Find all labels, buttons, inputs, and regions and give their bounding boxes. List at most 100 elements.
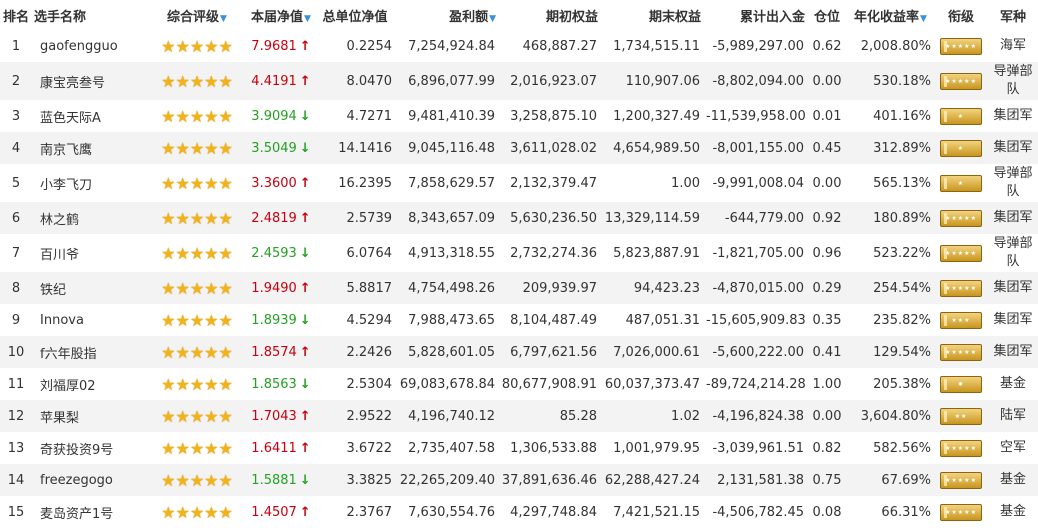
player-name-link[interactable]: 刘福厚02: [32, 368, 147, 400]
final-equity-cell: 62,288,427.24: [600, 464, 703, 496]
rating-cell: ★★★★★: [147, 30, 247, 62]
final-equity-cell: 7,026,000.61: [600, 336, 703, 368]
branch-cell: 集团军: [988, 100, 1038, 132]
player-name-link[interactable]: 铁纪: [32, 272, 147, 304]
header-annual-return[interactable]: 年化收益率▼: [847, 0, 934, 30]
arrow-up-icon: ↑: [299, 440, 311, 456]
rank-title-cell: ★★★★★: [934, 272, 988, 304]
table-row[interactable]: 12 苹果梨 ★★★★★ 1.7043 ↑ 2.9522 4,196,740.12 85.28…: [0, 400, 1038, 432]
position-cell: 0.08: [807, 496, 847, 528]
table-row[interactable]: 8 铁纪 ★★★★★ 1.9490 ↑ 5.8817 4,754,498.26 209,939…: [0, 272, 1038, 304]
star-rating-icon: ★★★★★: [161, 243, 233, 263]
player-name-link[interactable]: 麦岛资产1号: [32, 496, 147, 528]
table-row[interactable]: 14 freezegogo ★★★★★ 1.5881 ↓ 3.3825 22,265,209…: [0, 464, 1038, 496]
rank-cell: 14: [0, 464, 32, 496]
net-flow-cell: -8,802,094.00: [703, 62, 807, 100]
weekly-nav-cell: 3.9094 ↓: [247, 100, 315, 132]
player-name-link[interactable]: gaofengguo: [32, 30, 147, 62]
annual-return-cell: 582.56%: [847, 432, 934, 464]
rank-title-cell: ★★★★★: [934, 432, 988, 464]
position-cell: 1.00: [807, 368, 847, 400]
player-name-link[interactable]: 南京飞鹰: [32, 132, 147, 164]
rating-cell: ★★★★★: [147, 304, 247, 336]
sort-caret-icon: ▼: [489, 13, 496, 24]
position-cell: 0.75: [807, 464, 847, 496]
total-nav-cell: 0.2254: [315, 30, 395, 62]
table-row[interactable]: 15 麦岛资产1号 ★★★★★ 1.4507 ↑ 2.3767 7,630,554.76 4,…: [0, 496, 1038, 528]
rank-title-cell: ✸: [934, 368, 988, 400]
branch-cell: 空军: [988, 432, 1038, 464]
player-name-link[interactable]: 奇获投资9号: [32, 432, 147, 464]
player-name-link[interactable]: 蓝色天际A: [32, 100, 147, 132]
total-nav-cell: 3.6722: [315, 432, 395, 464]
military-rank-badge-icon: ★★: [940, 407, 982, 425]
profit-cell: 6,896,077.99: [395, 62, 498, 100]
initial-equity-cell: 85.28: [498, 400, 600, 432]
player-name-link[interactable]: 百川爷: [32, 234, 147, 272]
player-name-link[interactable]: 康宝亮叁号: [32, 62, 147, 100]
header-final-equity-label: 期末权益: [648, 9, 701, 25]
arrow-down-icon: ↓: [299, 472, 311, 488]
rank-title-cell: ★★: [934, 400, 988, 432]
weekly-nav-cell: 2.4593 ↓: [247, 234, 315, 272]
player-name-link[interactable]: 林之鹤: [32, 202, 147, 234]
table-row[interactable]: 3 蓝色天际A ★★★★★ 3.9094 ↓ 4.7271 9,481,410.39 3,25…: [0, 100, 1038, 132]
initial-equity-cell: 1,306,533.88: [498, 432, 600, 464]
rank-cell: 6: [0, 202, 32, 234]
table-row[interactable]: 5 小李飞刀 ★★★★★ 3.3600 ↑ 16.2395 7,858,629.57 2,13…: [0, 164, 1038, 202]
player-name-link[interactable]: f六年股指: [32, 336, 147, 368]
table-row[interactable]: 2 康宝亮叁号 ★★★★★ 4.4191 ↑ 8.0470 6,896,077.99 2,01…: [0, 62, 1038, 100]
header-weekly-nav[interactable]: 本届净值▼: [247, 0, 315, 30]
weekly-nav-value: 3.3600: [251, 175, 297, 191]
arrow-down-icon: ↓: [299, 140, 311, 156]
branch-cell: 陆军: [988, 400, 1038, 432]
header-name: 选手名称: [32, 0, 147, 30]
rating-cell: ★★★★★: [147, 62, 247, 100]
header-rank-title: 衔级: [934, 0, 988, 30]
position-cell: 0.00: [807, 62, 847, 100]
table-row[interactable]: 11 刘福厚02 ★★★★★ 1.8563 ↓ 2.5304 69,083,678.84 80…: [0, 368, 1038, 400]
annual-return-cell: 2,008.80%: [847, 30, 934, 62]
annual-return-cell: 401.16%: [847, 100, 934, 132]
weekly-nav-cell: 3.5049 ↓: [247, 132, 315, 164]
header-total-nav[interactable]: 总单位净值: [315, 0, 395, 30]
table-row[interactable]: 13 奇获投资9号 ★★★★★ 1.6411 ↑ 3.6722 2,735,407.58 1,…: [0, 432, 1038, 464]
net-flow-cell: 2,131,581.38: [703, 464, 807, 496]
table-row[interactable]: 7 百川爷 ★★★★★ 2.4593 ↓ 6.0764 4,913,318.55 2,732,…: [0, 234, 1038, 272]
rank-title-cell: ★★★: [934, 304, 988, 336]
net-flow-cell: -4,870,015.00: [703, 272, 807, 304]
table-row[interactable]: 1 gaofengguo ★★★★★ 7.9681 ↑ 0.2254 7,254,924.8…: [0, 30, 1038, 62]
weekly-nav-cell: 1.6411 ↑: [247, 432, 315, 464]
star-rating-icon: ★★★★★: [161, 71, 233, 91]
position-cell: 0.45: [807, 132, 847, 164]
table-row[interactable]: 4 南京飞鹰 ★★★★★ 3.5049 ↓ 14.1416 9,045,116.48 3,61…: [0, 132, 1038, 164]
military-rank-badge-icon: ★★★★★: [940, 72, 982, 90]
player-name-link[interactable]: freezegogo: [32, 464, 147, 496]
weekly-nav-cell: 4.4191 ↑: [247, 62, 315, 100]
weekly-nav-cell: 1.8574 ↑: [247, 336, 315, 368]
final-equity-cell: 7,421,521.15: [600, 496, 703, 528]
final-equity-cell: 60,037,373.47: [600, 368, 703, 400]
profit-cell: 7,254,924.84: [395, 30, 498, 62]
table-row[interactable]: 6 林之鹤 ★★★★★ 2.4819 ↑ 2.5739 8,343,657.09 5,630,…: [0, 202, 1038, 234]
net-flow-cell: -8,001,155.00: [703, 132, 807, 164]
header-rating[interactable]: 综合评级▼: [147, 0, 247, 30]
total-nav-cell: 2.9522: [315, 400, 395, 432]
position-cell: 0.82: [807, 432, 847, 464]
annual-return-cell: 235.82%: [847, 304, 934, 336]
header-profit-label: 盈利额: [449, 9, 489, 25]
table-row[interactable]: 9 Innova ★★★★★ 1.8939 ↓ 4.5294 7,988,473.65 8,1…: [0, 304, 1038, 336]
player-name-link[interactable]: Innova: [32, 304, 147, 336]
military-rank-badge-icon: ★: [940, 174, 982, 192]
position-cell: 0.29: [807, 272, 847, 304]
star-rating-icon: ★★★★★: [161, 502, 233, 522]
final-equity-cell: 1.00: [600, 164, 703, 202]
weekly-nav-cell: 1.8563 ↓: [247, 368, 315, 400]
player-name-link[interactable]: 苹果梨: [32, 400, 147, 432]
weekly-nav-value: 3.5049: [251, 140, 297, 156]
table-row[interactable]: 10 f六年股指 ★★★★★ 1.8574 ↑ 2.2426 5,828,601.05 6,7…: [0, 336, 1038, 368]
header-profit[interactable]: 盈利额▼: [395, 0, 498, 30]
player-name-link[interactable]: 小李飞刀: [32, 164, 147, 202]
arrow-up-icon: ↑: [299, 73, 311, 89]
weekly-nav-value: 2.4819: [251, 210, 297, 226]
